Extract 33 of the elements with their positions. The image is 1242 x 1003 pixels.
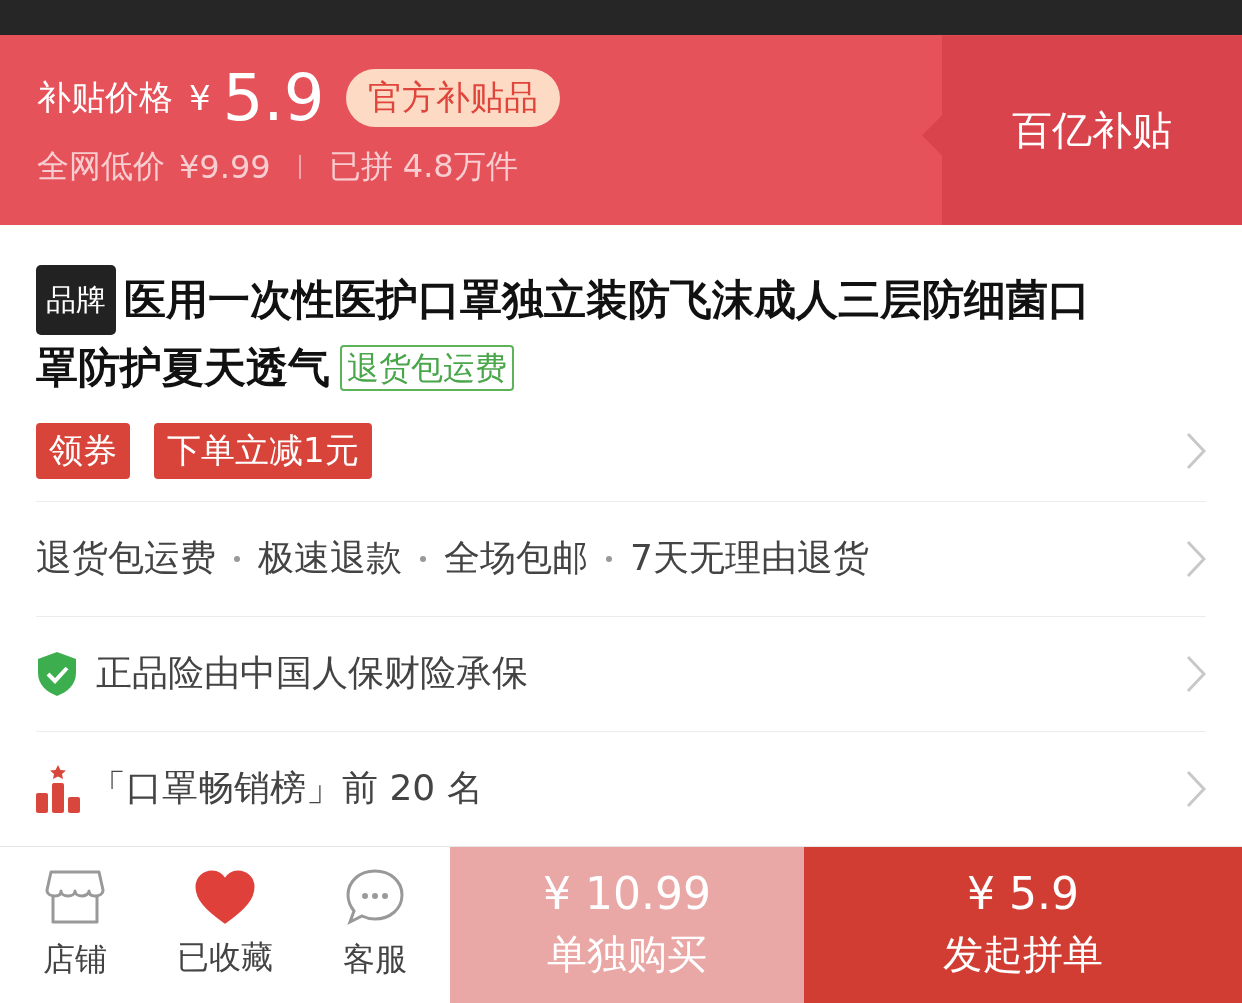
ranking-icon — [36, 764, 80, 813]
chat-bubble-icon — [345, 868, 405, 926]
coupon-tag[interactable]: 下单立减1元 — [154, 422, 372, 479]
subsidy-label: 百亿补贴 — [1012, 105, 1172, 155]
chevron-right-icon — [1186, 769, 1206, 808]
brand-tag: 品牌 — [36, 264, 116, 335]
sold-count: 已拼 4.8万件 — [328, 146, 518, 188]
product-title: 罩防护夏天透气 — [36, 341, 330, 394]
shield-check-icon — [36, 650, 78, 697]
insurance-text: 正品险由中国人保财险承保 — [96, 651, 528, 696]
currency-symbol: ¥ — [189, 78, 211, 119]
info-row[interactable]: 领券 下单立减1元 — [36, 400, 1206, 501]
service-item: 7天无理由退货 — [630, 536, 869, 581]
compare-label: 全网低价 — [37, 146, 165, 188]
chevron-right-icon — [1186, 654, 1206, 693]
price: 5.9 — [222, 61, 325, 136]
service-item: 极速退款 — [258, 536, 402, 581]
compare-price: ¥9.99 — [179, 148, 271, 187]
info-row[interactable]: 「口罩畅销榜」前 20 名 — [36, 730, 1206, 846]
return-shipping-tag: 退货包运费 — [340, 344, 514, 391]
service-item: 退货包运费 — [36, 536, 216, 581]
official-subsidy-badge: 官方补贴品 — [346, 69, 561, 128]
product-title: 医用一次性医护口罩独立装防飞沫成人三层防细菌口 — [124, 273, 1090, 326]
store-icon — [45, 868, 105, 926]
info-row[interactable]: 正品险由中国人保财险承保 — [36, 615, 1206, 731]
group-buy-button[interactable]: ¥ 5.9 发起拼单 — [804, 846, 1242, 1003]
info-row[interactable]: 退货包运费 极速退款 全场包邮 7天无理由退货 — [36, 500, 1206, 616]
chevron-right-icon — [1186, 431, 1206, 470]
coupon-tag[interactable]: 领券 — [36, 422, 130, 479]
ranking-text: 「口罩畅销榜」前 20 名 — [90, 766, 483, 811]
service-item: 全场包邮 — [444, 536, 588, 581]
price-label: 补贴价格 — [37, 76, 173, 120]
chevron-right-icon — [1186, 539, 1206, 578]
